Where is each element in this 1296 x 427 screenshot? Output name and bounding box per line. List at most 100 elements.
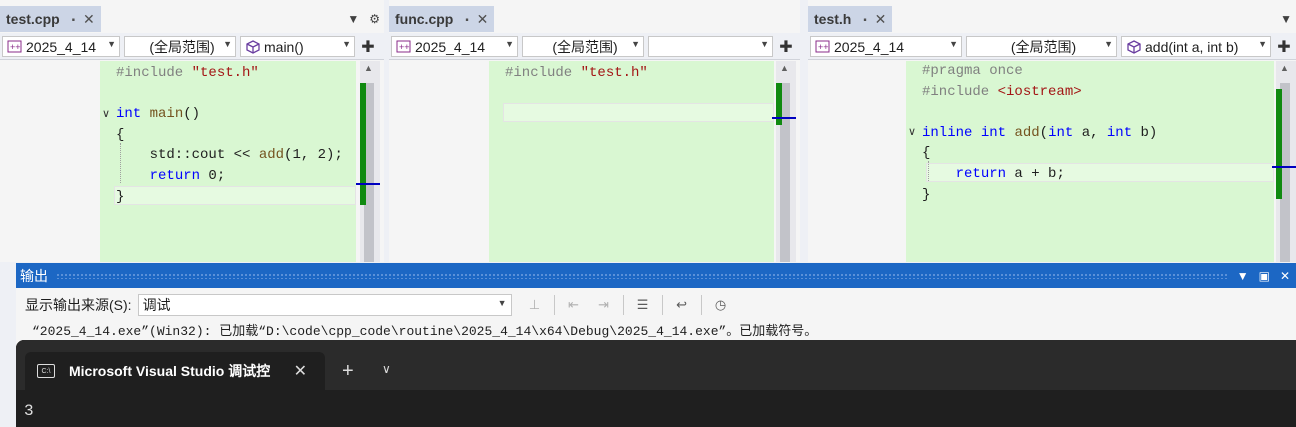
code-line: } [116, 188, 125, 205]
tab-bar: test.h ⬝ ✕ ▼ [808, 6, 1296, 32]
output-title-bar: 输出 ▼ ▣ ✕ [16, 263, 1296, 288]
svg-text:++: ++ [10, 42, 21, 52]
member-name: main() [264, 38, 304, 55]
chevron-down-icon: ▼ [949, 39, 958, 49]
code-line: #include <iostream> [922, 83, 1082, 100]
source-label: 显示输出来源(S): [25, 297, 132, 313]
navigation-bar: ++ 2025_4_14 ▼ (全局范围) ▼ main() ▼ ✚ [0, 33, 384, 60]
output-title: 输出 [20, 267, 48, 284]
source-dropdown[interactable]: 调试 ▼ [137, 294, 512, 316]
clock-icon[interactable]: ◷ [710, 294, 732, 316]
output-toolbar: 显示输出来源(S): 调试 ▼ ⊥ ⇤ ⇥ ☰ ↩ ◷ [16, 292, 1296, 318]
code-editor[interactable]: 1 2 3 4 5 6 7 ∨ #pragma once #include <i… [808, 61, 1296, 262]
project-dropdown[interactable]: ++ 2025_4_14 ▼ [810, 36, 962, 57]
project-name: 2025_4_14 [415, 38, 486, 55]
scope-name: (全局范围) [552, 38, 618, 55]
debug-console-window: C:\ Microsoft Visual Studio 调试控 ✕ + ∨ 3 [16, 340, 1296, 427]
pin-icon[interactable]: ⬝ [465, 12, 468, 27]
code-line: #include "test.h" [505, 65, 648, 81]
project-dropdown[interactable]: ++ 2025_4_14 ▼ [2, 36, 120, 57]
close-icon[interactable]: ✕ [294, 361, 307, 381]
drag-grip[interactable] [56, 272, 1229, 279]
clear-all-icon[interactable]: ☰ [632, 294, 654, 316]
tab-label: test.cpp [6, 11, 60, 27]
chevron-down-icon: ▼ [1258, 39, 1267, 49]
split-icon[interactable]: ✚ [1274, 37, 1294, 57]
split-icon[interactable]: ✚ [776, 37, 796, 57]
member-dropdown[interactable]: add(int a, int b) ▼ [1121, 36, 1271, 57]
project-name: 2025_4_14 [26, 38, 97, 55]
code-line: inline int add(int a, int b) [922, 124, 1158, 141]
vertical-scrollbar[interactable]: ▲ [772, 61, 796, 262]
scope-dropdown[interactable]: (全局范围) ▼ [124, 36, 236, 57]
navigation-bar: ++ 2025_4_14 ▼ (全局范围) ▼ add(int a, int b… [808, 33, 1296, 60]
cube-icon [1127, 39, 1141, 54]
scope-dropdown[interactable]: (全局范围) ▼ [522, 36, 644, 57]
code-editor[interactable]: 1 2 3 4 5 6 7 ∨ #include "test.h" int ma… [0, 61, 384, 262]
caret-marker [356, 183, 380, 185]
vertical-scrollbar[interactable]: ▲ [356, 61, 380, 262]
split-icon[interactable]: ✚ [358, 37, 378, 57]
project-icon: ++ [7, 40, 22, 52]
toolbar-separator [700, 295, 702, 315]
scroll-up-icon[interactable]: ▲ [780, 63, 789, 73]
find-message-icon[interactable]: ⊥ [524, 294, 546, 316]
tab-func-cpp[interactable]: func.cpp ⬝ ✕ [389, 6, 495, 32]
chevron-down-icon: ▼ [631, 39, 640, 49]
tab-label: test.h [814, 11, 852, 27]
close-icon[interactable]: ✕ [83, 11, 95, 28]
close-icon[interactable]: ✕ [875, 11, 887, 28]
scroll-up-icon[interactable]: ▲ [364, 63, 373, 73]
scroll-up-icon[interactable]: ▲ [1280, 63, 1289, 73]
project-dropdown[interactable]: ++ 2025_4_14 ▼ [391, 36, 518, 57]
code-text-area[interactable]: #include "test.h" [489, 61, 774, 262]
editor-pane-test-cpp: test.cpp ⬝ ✕ ▼ ⚙ ++ 2025_4_14 ▼ (全局范围) ▼… [0, 0, 384, 262]
fold-chevron-icon[interactable]: ∨ [102, 107, 110, 120]
code-text-area[interactable]: ∨ #pragma once #include <iostream> inlin… [906, 61, 1274, 262]
terminal-tab[interactable]: C:\ Microsoft Visual Studio 调试控 ✕ [25, 352, 325, 390]
chevron-down-icon[interactable]: ∨ [382, 362, 391, 376]
member-dropdown[interactable]: main() ▼ [240, 36, 355, 57]
code-line: #include "test.h" [116, 65, 259, 81]
vertical-scrollbar[interactable]: ▲ [1272, 61, 1296, 262]
member-dropdown[interactable]: ▼ [648, 36, 773, 57]
prev-message-icon[interactable]: ⇤ [563, 294, 585, 316]
output-window-buttons: ▼ ▣ ✕ [1237, 269, 1290, 283]
code-line: #pragma once [922, 63, 1023, 79]
new-tab-icon[interactable]: + [342, 360, 354, 383]
chevron-down-icon: ▼ [760, 39, 769, 49]
source-value: 调试 [142, 297, 171, 313]
toolbar-separator [553, 295, 555, 315]
scope-dropdown[interactable]: (全局范围) ▼ [966, 36, 1117, 57]
pin-icon[interactable]: ⬝ [863, 12, 866, 27]
gear-icon[interactable]: ⚙ [369, 12, 380, 26]
chevron-down-icon: ▼ [342, 39, 351, 49]
tab-dropdown-icon[interactable]: ▼ [347, 12, 359, 26]
project-name: 2025_4_14 [834, 38, 905, 55]
fold-chevron-icon[interactable]: ∨ [908, 125, 916, 138]
navigation-bar: ++ 2025_4_14 ▼ (全局范围) ▼ ▼ ✚ [389, 33, 800, 60]
code-editor[interactable]: 1 2 3 #include "test.h" ▲ [389, 61, 800, 262]
tab-bar: test.cpp ⬝ ✕ ▼ ⚙ [0, 6, 384, 32]
change-marker [360, 83, 366, 205]
next-message-icon[interactable]: ⇥ [593, 294, 615, 316]
tab-test-cpp[interactable]: test.cpp ⬝ ✕ [0, 6, 101, 32]
tab-bar: func.cpp ⬝ ✕ [389, 6, 800, 32]
caret-marker [772, 117, 796, 119]
code-text-area[interactable]: ∨ #include "test.h" int main() { std::co… [100, 61, 356, 262]
project-icon: ++ [815, 40, 830, 52]
toolbar-separator [622, 295, 624, 315]
pin-icon[interactable]: ⬝ [72, 12, 75, 27]
tab-dropdown-icon[interactable]: ▼ [1280, 12, 1292, 26]
editor-pane-test-h: test.h ⬝ ✕ ▼ ++ 2025_4_14 ▼ (全局范围) ▼ add… [808, 0, 1296, 262]
chevron-down-icon: ▼ [107, 39, 116, 49]
project-icon: ++ [396, 40, 411, 52]
close-icon[interactable]: ✕ [1280, 269, 1290, 283]
svg-text:++: ++ [818, 42, 829, 52]
word-wrap-icon[interactable]: ↩ [671, 294, 693, 316]
maximize-icon[interactable]: ▣ [1259, 269, 1270, 283]
tab-test-h[interactable]: test.h ⬝ ✕ [808, 6, 893, 32]
close-icon[interactable]: ✕ [477, 11, 489, 28]
code-line: return a + b; [955, 166, 1065, 182]
dropdown-icon[interactable]: ▼ [1237, 269, 1249, 283]
